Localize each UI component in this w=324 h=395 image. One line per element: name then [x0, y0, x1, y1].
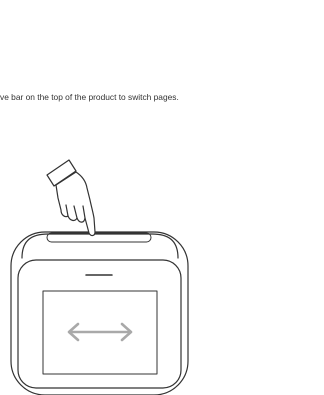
- device-illustration: [10, 159, 189, 395]
- hand-pointing-down-icon: [46, 159, 96, 237]
- device-body: [10, 231, 189, 395]
- double-arrow-left-right-icon: [67, 322, 133, 342]
- device-top: [21, 233, 179, 259]
- instruction-text: ve bar on the top of the product to swit…: [0, 92, 179, 102]
